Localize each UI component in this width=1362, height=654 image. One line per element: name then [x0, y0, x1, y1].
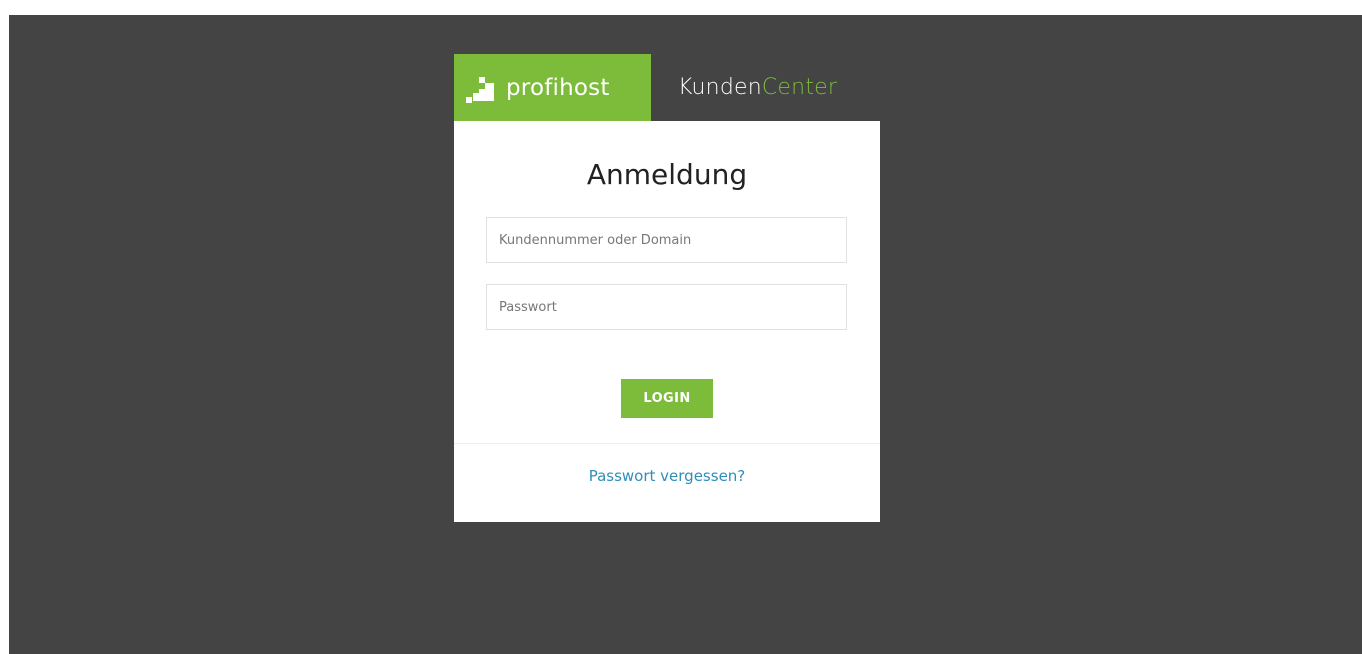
forgot-password-link[interactable]: Passwort vergessen?	[454, 467, 880, 485]
app-title-part2: Center	[761, 75, 838, 100]
brand-block: profihost	[454, 54, 651, 121]
login-card: Anmeldung LOGIN Passwort vergessen?	[454, 121, 880, 522]
password-input[interactable]	[486, 284, 847, 330]
page-background: profihost KundenCenter Anmeldung LOGIN P…	[9, 15, 1362, 654]
login-button[interactable]: LOGIN	[621, 379, 713, 418]
brand-name: profihost	[506, 74, 610, 101]
login-header: profihost KundenCenter	[454, 54, 837, 121]
profihost-logo-icon	[466, 76, 494, 103]
app-title: KundenCenter	[678, 75, 837, 100]
username-input[interactable]	[486, 217, 847, 263]
login-title: Anmeldung	[586, 158, 748, 191]
app-title-part1: Kunden	[678, 75, 762, 100]
card-divider	[454, 443, 880, 444]
